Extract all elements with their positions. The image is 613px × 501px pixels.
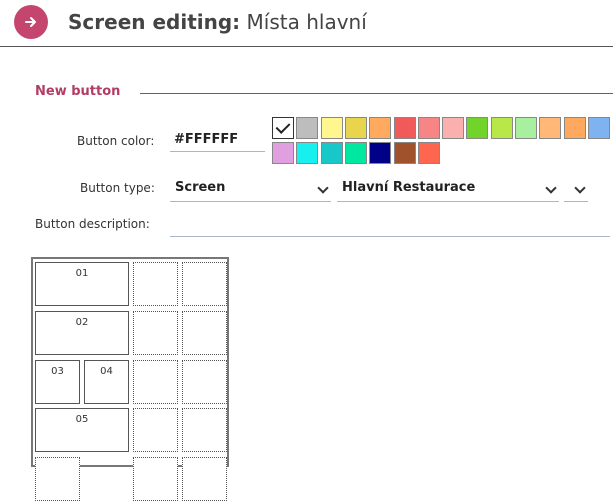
color-swatch[interactable] bbox=[393, 142, 416, 164]
color-swatch[interactable] bbox=[515, 117, 537, 139]
page-title-bold: Screen editing: bbox=[68, 10, 241, 34]
grid-cell[interactable] bbox=[35, 457, 80, 501]
grid-button-01[interactable]: 01 bbox=[35, 262, 129, 306]
grid-button-03[interactable]: 03 bbox=[35, 360, 80, 404]
chevron-down-icon bbox=[317, 182, 329, 194]
arrow-right-icon bbox=[25, 17, 36, 27]
page-header: Screen editing: Místa hlavní bbox=[0, 0, 613, 47]
color-swatch[interactable] bbox=[296, 117, 319, 139]
color-swatch[interactable] bbox=[466, 117, 489, 139]
grid-cell[interactable] bbox=[133, 311, 178, 355]
button-type-label: Button type: bbox=[80, 181, 155, 195]
color-swatch[interactable] bbox=[369, 117, 392, 139]
color-swatch[interactable] bbox=[563, 117, 586, 139]
color-swatch[interactable] bbox=[539, 117, 562, 139]
grid-button-04[interactable]: 04 bbox=[84, 360, 129, 404]
color-swatch[interactable] bbox=[442, 117, 465, 139]
color-swatch[interactable] bbox=[272, 142, 294, 164]
color-swatch[interactable] bbox=[393, 117, 416, 139]
grid-button-02[interactable]: 02 bbox=[35, 311, 129, 355]
grid-cell[interactable] bbox=[133, 457, 178, 501]
color-swatch[interactable] bbox=[320, 142, 343, 164]
section-divider bbox=[140, 93, 613, 94]
button-type-value: Screen bbox=[175, 180, 226, 195]
color-swatch[interactable] bbox=[320, 117, 343, 139]
grid-cell[interactable] bbox=[133, 360, 178, 404]
color-swatch[interactable] bbox=[369, 142, 392, 164]
screen-select-value: Hlavní Restaurace bbox=[342, 180, 476, 195]
color-swatch[interactable] bbox=[587, 117, 610, 139]
button-color-input[interactable]: #FFFFFF bbox=[170, 126, 265, 152]
grid-cell[interactable] bbox=[182, 457, 227, 501]
section-title: New button bbox=[35, 84, 121, 99]
screen-select[interactable]: Hlavní Restaurace bbox=[337, 176, 559, 202]
color-swatch[interactable] bbox=[417, 142, 440, 164]
grid-cell[interactable] bbox=[133, 408, 178, 452]
extra-select[interactable] bbox=[564, 176, 588, 202]
grid-button-05[interactable]: 05 bbox=[35, 408, 129, 452]
chevron-down-icon bbox=[545, 182, 557, 194]
button-description-input[interactable] bbox=[170, 212, 610, 237]
color-swatch[interactable] bbox=[417, 117, 440, 139]
grid-cell[interactable] bbox=[182, 262, 227, 306]
color-swatch[interactable] bbox=[490, 117, 513, 139]
button-description-label: Button description: bbox=[35, 217, 150, 231]
grid-cell[interactable] bbox=[182, 311, 227, 355]
grid-cell[interactable] bbox=[182, 408, 227, 452]
color-swatch-selected[interactable] bbox=[272, 117, 294, 139]
grid-cell[interactable] bbox=[182, 360, 227, 404]
chevron-down-icon bbox=[574, 182, 586, 194]
color-swatch[interactable] bbox=[296, 142, 319, 164]
screen-layout-grid: 01 02 03 04 05 bbox=[31, 257, 229, 501]
back-button[interactable] bbox=[14, 5, 48, 39]
grid-cell[interactable] bbox=[133, 262, 178, 306]
color-swatch[interactable] bbox=[344, 142, 367, 164]
page-title-screen-name: Místa hlavní bbox=[240, 10, 367, 34]
page-title: Screen editing: Místa hlavní bbox=[68, 10, 367, 34]
button-type-select[interactable]: Screen bbox=[170, 176, 331, 202]
color-swatch[interactable] bbox=[344, 117, 367, 139]
button-color-label: Button color: bbox=[77, 134, 155, 148]
